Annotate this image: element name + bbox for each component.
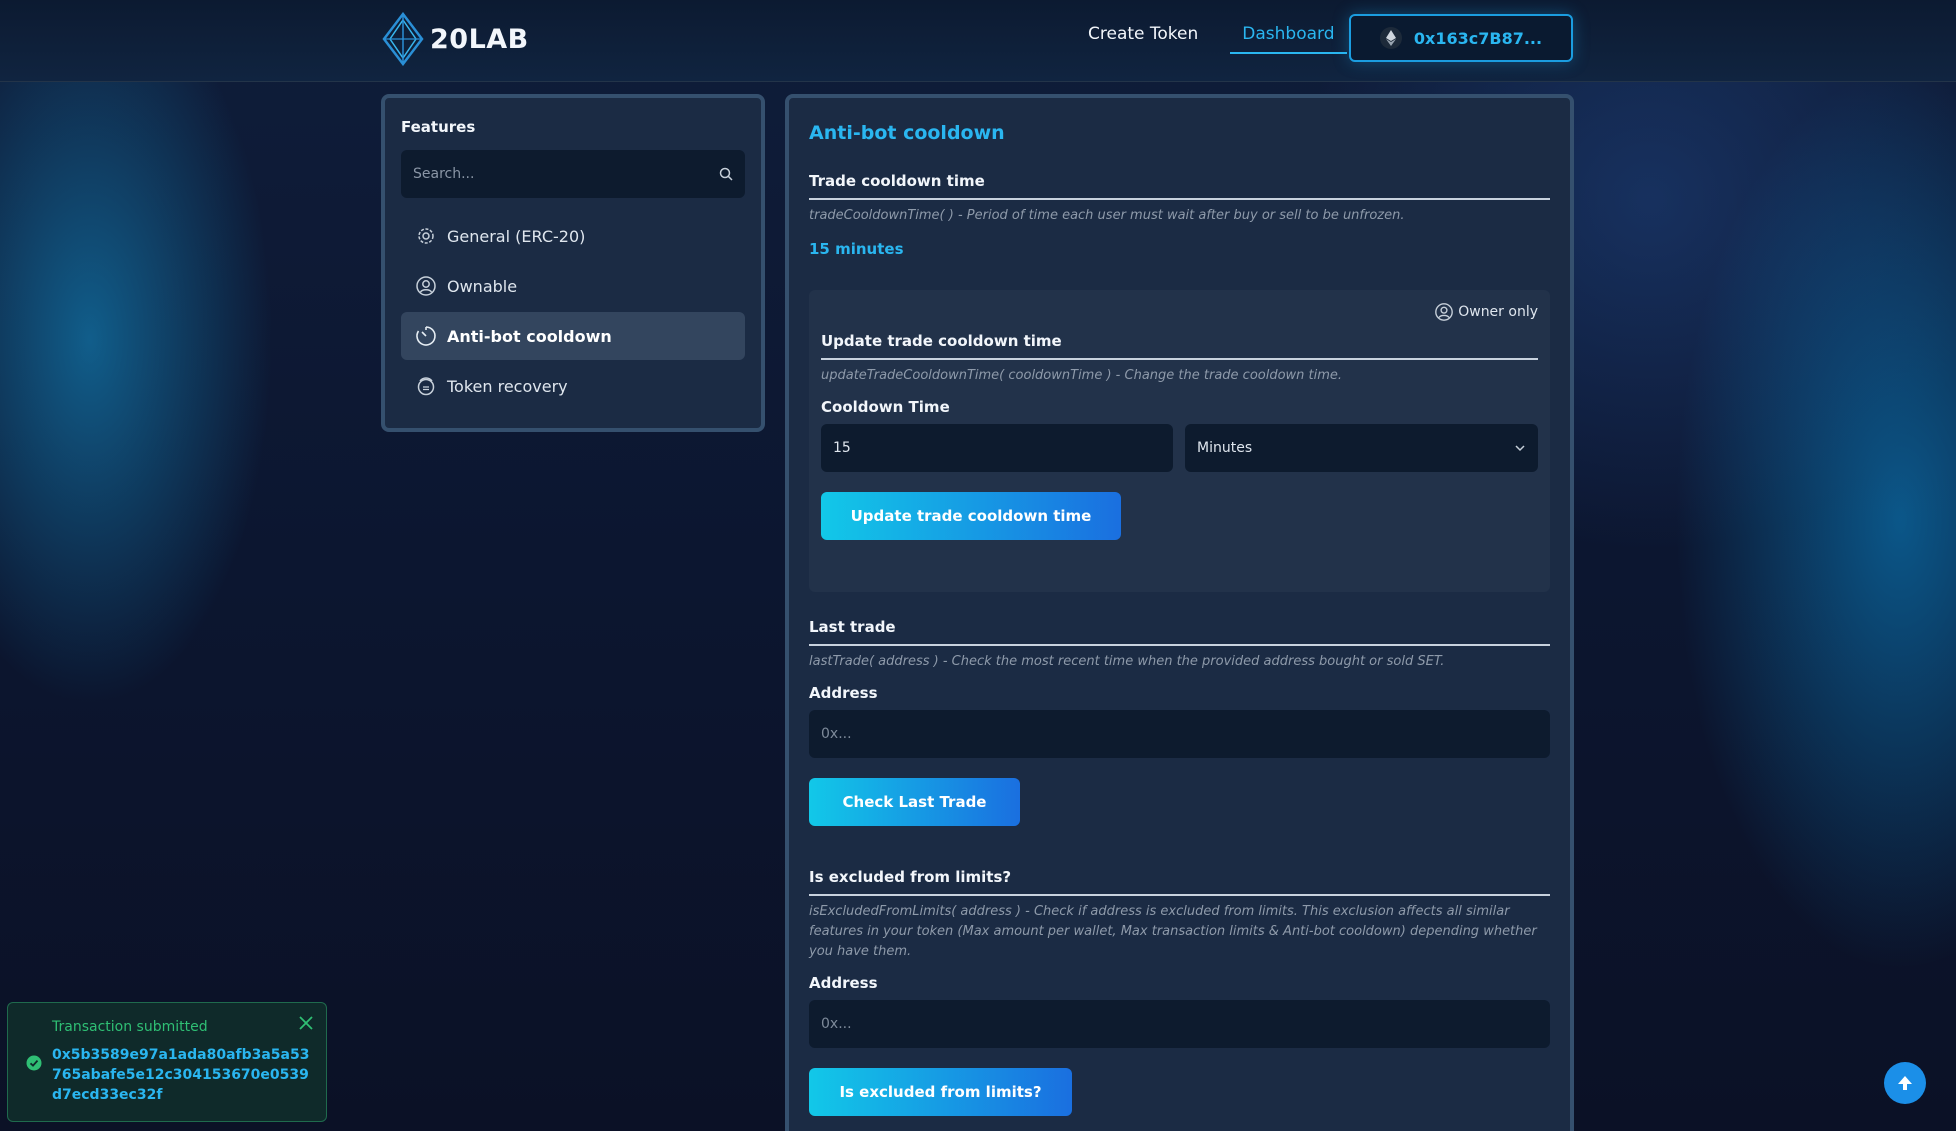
gear-icon: [418, 228, 434, 244]
section-divider: [821, 358, 1538, 360]
update-cooldown-button[interactable]: Update trade cooldown time: [821, 492, 1121, 540]
is-excluded-button[interactable]: Is excluded from limits?: [809, 1068, 1072, 1116]
sidebar-title: Features: [401, 118, 476, 136]
check-last-trade-button[interactable]: Check Last Trade: [809, 778, 1020, 826]
recovery-icon: [417, 377, 435, 396]
search-box: [401, 150, 745, 198]
scroll-to-top-button[interactable]: [1884, 1062, 1926, 1104]
excluded-address-input[interactable]: 0x...: [809, 1000, 1550, 1048]
logo[interactable]: 20LAB: [380, 12, 529, 66]
search-input[interactable]: [413, 166, 693, 182]
wallet-address: 0x163c7B87...: [1413, 28, 1543, 48]
update-cooldown-card: Owner only Update trade cooldown time up…: [809, 290, 1550, 592]
cooldown-time-label: Cooldown Time: [821, 398, 950, 416]
wallet-button[interactable]: 0x163c7B87...: [1349, 14, 1573, 62]
sidebar-item-label: Anti-bot cooldown: [447, 326, 612, 346]
owner-only-badge: Owner only: [1434, 302, 1538, 322]
sidebar-item-label: Ownable: [447, 276, 518, 296]
sidebar-item-token-recovery[interactable]: Token recovery: [401, 362, 745, 410]
trade-cooldown-title: Trade cooldown time: [809, 172, 985, 190]
close-icon[interactable]: [298, 1015, 314, 1031]
last-trade-address-label: Address: [809, 684, 878, 702]
check-circle-icon: [26, 1055, 42, 1071]
chevron-down-icon: [1515, 445, 1525, 452]
last-trade-title: Last trade: [809, 618, 896, 636]
nav-create-token[interactable]: Create Token: [1088, 24, 1198, 54]
section-divider: [809, 644, 1550, 646]
cooldown-time-input[interactable]: 15: [821, 424, 1173, 472]
sidebar-item-general[interactable]: General (ERC-20): [401, 212, 745, 260]
nav-dashboard[interactable]: Dashboard: [1230, 24, 1347, 54]
sidebar-item-anti-bot-cooldown[interactable]: Anti-bot cooldown: [401, 312, 745, 360]
main-panel: Anti-bot cooldown Trade cooldown time tr…: [785, 94, 1574, 1131]
page-title: Anti-bot cooldown: [809, 122, 1005, 144]
top-header: 20LAB Create Token Dashboard 0x163c7B87.…: [0, 0, 1956, 82]
last-trade-address-input[interactable]: 0x...: [809, 710, 1550, 758]
toast-title: Transaction submitted: [52, 1019, 208, 1035]
sidebar-item-ownable[interactable]: Ownable: [401, 262, 745, 310]
trade-cooldown-value: 15 minutes: [809, 240, 904, 258]
trade-cooldown-description: tradeCooldownTime( ) - Period of time ea…: [809, 208, 1405, 223]
logo-text: 20LAB: [430, 23, 529, 55]
timer-icon: [416, 326, 436, 346]
excluded-title: Is excluded from limits?: [809, 868, 1012, 886]
last-trade-description: lastTrade( address ) - Check the most re…: [809, 654, 1445, 669]
section-divider: [809, 894, 1550, 896]
update-cooldown-title: Update trade cooldown time: [821, 332, 1062, 350]
excluded-description: isExcludedFromLimits( address ) - Check …: [809, 904, 1537, 959]
sidebar-item-label: Token recovery: [447, 376, 568, 396]
owner-only-label: Owner only: [1458, 304, 1538, 320]
user-circle-icon: [1435, 303, 1454, 321]
excluded-address-label: Address: [809, 974, 878, 992]
arrow-up-icon: [1898, 1076, 1912, 1090]
main-nav: Create Token Dashboard: [1088, 24, 1347, 54]
cooldown-unit-select[interactable]: Minutes: [1185, 424, 1538, 472]
transaction-toast: Transaction submitted 0x5b3589e97a1ada80…: [7, 1002, 327, 1122]
cooldown-unit-value: Minutes: [1197, 440, 1253, 456]
features-sidebar: Features General (ERC-20) Ownable Anti-b…: [381, 94, 765, 432]
ethereum-icon: [1379, 27, 1402, 49]
sidebar-item-label: General (ERC-20): [447, 226, 586, 246]
search-icon[interactable]: [719, 167, 733, 181]
user-circle-icon: [416, 276, 436, 296]
update-cooldown-description: updateTradeCooldownTime( cooldownTime ) …: [821, 368, 1343, 383]
section-divider: [809, 198, 1550, 200]
toast-tx-hash[interactable]: 0x5b3589e97a1ada80afb3a5a53765abafe5e12c…: [52, 1045, 314, 1105]
diamond-logo-icon: [382, 12, 424, 66]
